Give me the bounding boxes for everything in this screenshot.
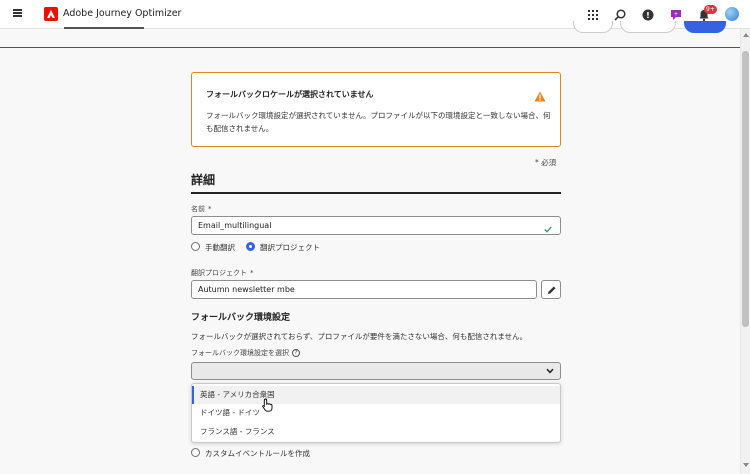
name-input[interactable]: Email_multilingual [191,216,561,235]
name-label: 名前 * [191,204,212,214]
scroll-up-arrow-icon[interactable] [743,33,749,37]
header-button-primary[interactable] [684,21,726,33]
notification-badge: 9+ [704,5,717,14]
name-input-value: Email_multilingual [198,221,272,230]
app-title[interactable]: Adobe Journey Optimizer [63,8,181,19]
radio-manual-translation[interactable] [191,242,200,251]
apps-grid-icon[interactable] [586,7,600,21]
page-header [0,21,740,48]
radio-custom-event-rule[interactable] [191,448,200,457]
pencil-icon [548,286,556,294]
svg-text:!: ! [646,11,650,20]
alert-triangle-icon [534,87,546,106]
search-icon[interactable] [613,7,627,21]
radio-translation-project[interactable] [246,242,255,251]
warning-body: フォールバック環境設定が選択されていません。プロファイルが以下の環境設定と一致し… [206,111,551,133]
scrollbar[interactable] [740,29,750,474]
info-icon[interactable]: ? [292,349,300,357]
radio-project-label[interactable]: 翻訳プロジェクト [260,242,320,253]
scroll-down-arrow-icon[interactable] [743,463,749,467]
dropdown-option-fr-fr[interactable]: フランス語 - フランス [192,423,560,441]
required-mark: * [250,269,254,277]
header-button-secondary[interactable] [573,21,613,33]
scroll-thumb[interactable] [742,51,749,327]
dropdown-option-en-us[interactable]: 英語 - アメリカ合衆国 [192,386,560,404]
warning-title: フォールバックロケールが選択されていません [206,90,374,99]
section-title-details: 詳細 [191,173,216,187]
name-label-text: 名前 [191,205,205,213]
feedback-icon[interactable]: + [669,7,683,21]
fallback-select-label: フォールバック環境設定を選択? [191,348,300,358]
fallback-title: フォールバック環境設定 [191,313,291,323]
radio-manual-label[interactable]: 手動翻訳 [205,242,235,253]
dropdown-option-de-de[interactable]: ドイツ語 - ドイツ [192,404,560,422]
project-label-text: 翻訳プロジェクト [191,269,247,277]
fallback-select[interactable] [191,362,561,380]
fallback-dropdown-menu: 英語 - アメリカ合衆国 ドイツ語 - ドイツ フランス語 - フランス [191,383,561,443]
header-button-tertiary[interactable] [620,21,676,33]
hand-cursor-icon [262,397,274,416]
fallback-select-label-text: フォールバック環境設定を選択 [191,349,289,357]
project-label: 翻訳プロジェクト * [191,268,254,278]
section-divider [191,192,561,194]
menu-icon[interactable] [13,9,22,17]
required-mark: * [208,205,212,213]
required-note: * 必須 [535,158,557,167]
svg-text:+: + [674,12,678,18]
custom-event-rule-label[interactable]: カスタムイベントルールを作成 [205,448,310,459]
edit-project-button[interactable] [541,280,561,299]
adobe-logo-icon[interactable] [44,7,58,21]
avatar[interactable] [725,7,739,21]
help-icon[interactable]: ! [641,7,655,21]
fallback-warning: フォールバックロケールが選択されていません フォールバック環境設定が選択されてい… [191,72,561,147]
chevron-down-icon [546,368,554,374]
fallback-description: フォールバックが選択されておらず、プロファイルが要件を満たさない場合、何も配信さ… [191,332,528,341]
translation-project-input[interactable]: Autumn newsletter mbe [191,280,537,299]
checkmark-icon [544,222,552,239]
project-input-value: Autumn newsletter mbe [198,285,295,294]
page-header-title [24,22,144,32]
